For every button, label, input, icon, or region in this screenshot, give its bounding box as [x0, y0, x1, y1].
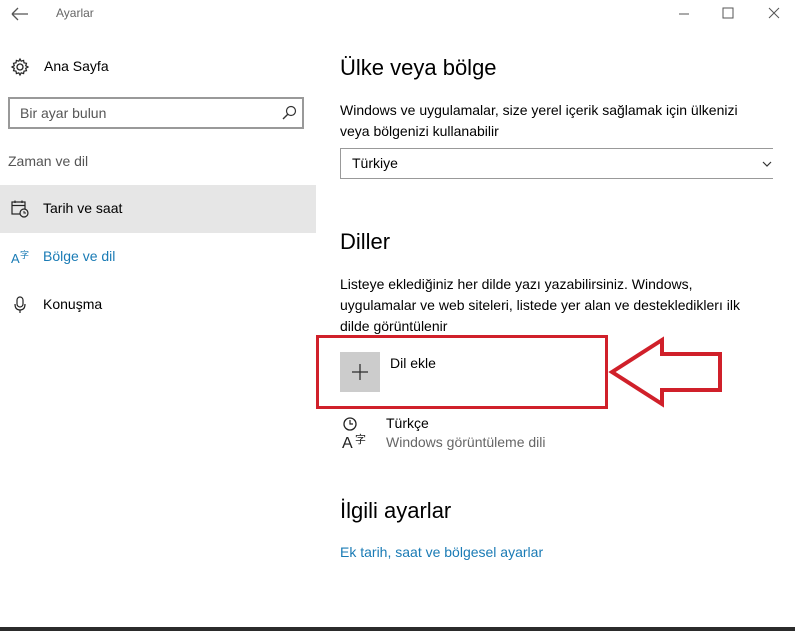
annotation-highlight-box — [316, 335, 608, 409]
related-settings-heading: İlgili ayarlar — [340, 498, 452, 523]
languages-description: Listeye eklediğiniz her dilde yazı yazab… — [340, 276, 740, 334]
sidebar-item-label: Konuşma — [43, 296, 103, 312]
sidebar-item-label: Bölge ve dil — [43, 248, 116, 264]
search-icon[interactable] — [280, 104, 298, 122]
svg-text:字: 字 — [20, 249, 29, 261]
svg-text:字: 字 — [355, 432, 366, 446]
region-description: Windows ve uygulamalar, size yerel içeri… — [340, 102, 738, 139]
language-subtitle: Windows görüntüleme dili — [386, 434, 546, 450]
sidebar-item-date-time[interactable]: Tarih ve saat — [0, 185, 316, 233]
additional-regional-settings-link[interactable]: Ek tarih, saat ve bölgesel ayarlar — [340, 544, 543, 560]
region-heading: Ülke veya bölge — [340, 55, 497, 80]
search-input[interactable]: Bir ayar bulun — [8, 97, 304, 129]
calendar-clock-icon — [11, 200, 29, 218]
sidebar-item-home[interactable]: Ana Sayfa — [0, 54, 316, 80]
sidebar: Ana Sayfa Bir ayar bulun Zaman ve dil Ta… — [0, 28, 316, 628]
language-icon: A 字 — [11, 249, 29, 266]
search-placeholder: Bir ayar bulun — [20, 105, 107, 121]
sidebar-item-speech[interactable]: Konuşma — [0, 281, 316, 329]
window-title: Ayarlar — [56, 6, 94, 20]
chevron-down-icon — [762, 161, 772, 167]
bottom-border — [0, 627, 795, 631]
country-select-value: Türkiye — [352, 155, 398, 171]
svg-text:A: A — [342, 435, 353, 451]
back-button[interactable] — [8, 4, 32, 24]
list-item-language[interactable]: A 字 Türkçe Windows görüntüleme dili — [340, 413, 640, 455]
section-label: Zaman ve dil — [8, 153, 89, 169]
sidebar-item-label: Ana Sayfa — [44, 58, 109, 74]
sidebar-item-region-language[interactable]: A 字 Bölge ve dil — [0, 233, 316, 281]
annotation-arrow-icon — [608, 336, 722, 408]
microphone-icon — [14, 296, 26, 313]
main-content: Ülke veya bölge Windows ve uygulamalar, … — [340, 0, 780, 631]
gear-icon — [10, 57, 30, 77]
country-select[interactable]: Türkiye — [340, 148, 773, 179]
languages-heading: Diller — [340, 229, 391, 254]
language-display-icon: A 字 — [342, 417, 366, 451]
back-arrow-icon — [11, 7, 28, 21]
language-name: Türkçe — [386, 415, 429, 431]
svg-text:A: A — [11, 251, 20, 266]
sidebar-item-label: Tarih ve saat — [43, 200, 123, 216]
